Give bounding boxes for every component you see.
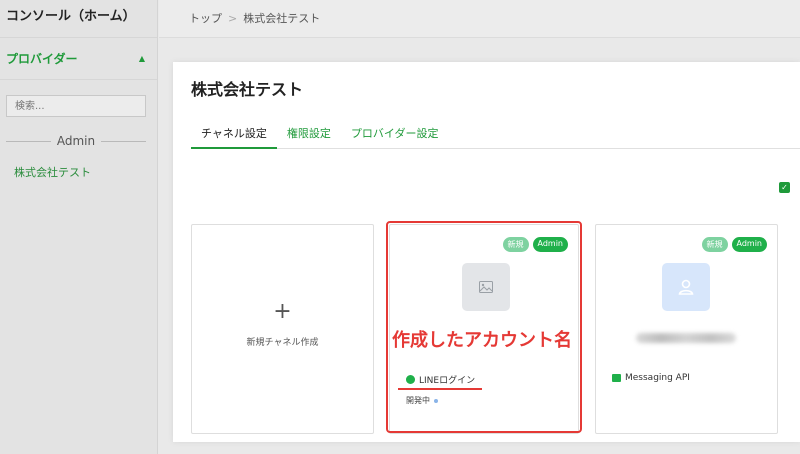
provider-section-toggle[interactable]: プロバイダー ▲ — [0, 38, 157, 80]
blurred-channel-name — [636, 333, 736, 343]
channel-type: Messaging API — [612, 373, 690, 383]
new-badge: 新規 — [701, 237, 728, 252]
group-divider: Admin — [6, 134, 146, 148]
channel-card-messaging-api[interactable]: 新規 Admin Messaging API — [595, 224, 778, 434]
breadcrumb-company: 株式会社テスト — [243, 12, 321, 25]
console-home-link[interactable]: コンソール（ホーム） — [0, 0, 157, 38]
breadcrumb: トップ > 株式会社テスト — [189, 10, 320, 26]
admin-badge: Admin — [731, 237, 767, 252]
breadcrumb-top[interactable]: トップ — [189, 10, 222, 26]
search-input[interactable] — [6, 95, 146, 117]
user-avatar-icon — [662, 263, 710, 311]
tab-permission-settings[interactable]: 権限設定 — [277, 122, 341, 149]
caret-up-icon: ▲ — [138, 54, 145, 63]
divider-line — [6, 140, 51, 142]
tab-bar: チャネル設定 権限設定 プロバイダー設定 — [191, 122, 800, 149]
channel-type-label: Messaging API — [625, 373, 690, 383]
breadcrumb-separator: > — [228, 11, 238, 25]
new-channel-label: 新規チャネル作成 — [246, 338, 319, 348]
tab-channel-settings[interactable]: チャネル設定 — [191, 122, 277, 149]
divider-line — [101, 140, 146, 142]
new-channel-card[interactable]: + 新規チャネル作成 — [191, 224, 374, 434]
group-label: Admin — [56, 134, 96, 148]
plus-icon: + — [273, 299, 292, 324]
sidebar-item-company[interactable]: 株式会社テスト — [14, 164, 91, 180]
annotation-label: 作成したアカウント名 — [392, 330, 572, 351]
sidebar: コンソール（ホーム） プロバイダー ▲ Admin 株式会社テスト — [0, 0, 158, 454]
tab-provider-settings[interactable]: プロバイダー設定 — [341, 122, 449, 149]
page-title: 株式会社テスト — [191, 80, 304, 99]
top-bar: トップ > 株式会社テスト — [159, 0, 800, 38]
provider-label: プロバイダー — [6, 52, 78, 66]
checkbox-checked-icon[interactable]: ✓ — [779, 182, 790, 193]
badge-group: 新規 Admin — [701, 237, 767, 252]
messaging-api-icon — [612, 374, 621, 382]
annotation-underline — [398, 388, 482, 390]
